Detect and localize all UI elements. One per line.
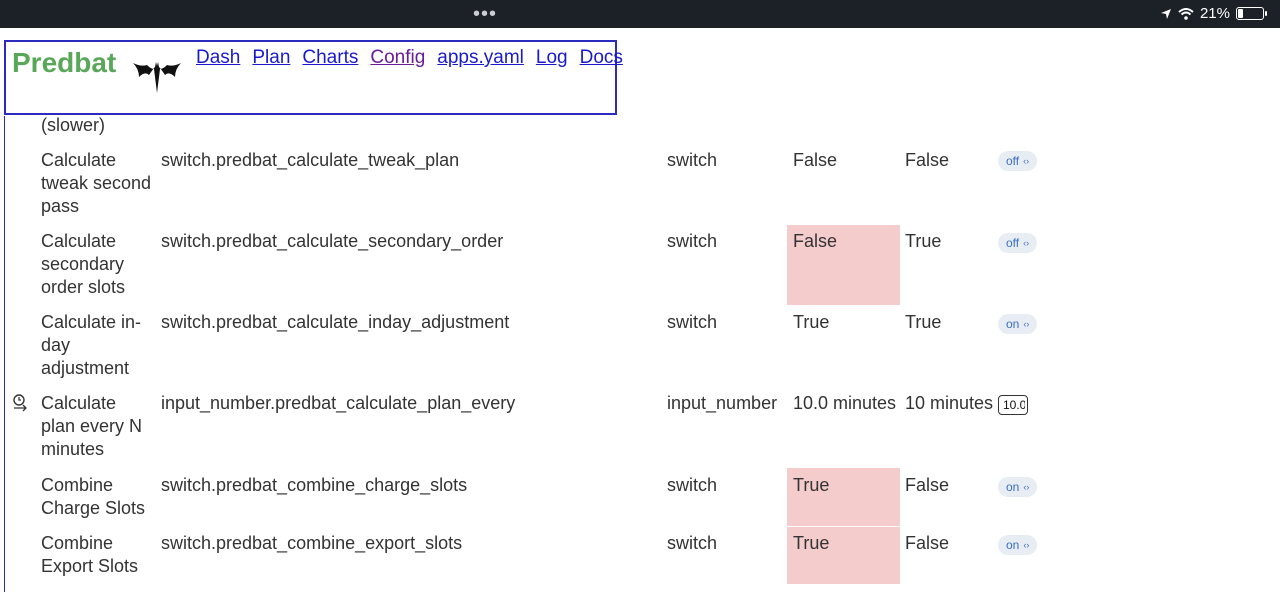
entity-id: switch.predbat_combine_export_slots xyxy=(161,533,463,553)
setting-name: Calculate in-day adjustment xyxy=(41,312,142,378)
default-value: True xyxy=(905,231,942,251)
toggle-select[interactable]: on ‹› xyxy=(998,477,1038,497)
toggle-select[interactable]: on ‹› xyxy=(998,535,1038,555)
nav-docs[interactable]: Docs xyxy=(580,47,623,69)
default-value: True xyxy=(905,312,942,332)
bat-logo-icon xyxy=(133,62,181,93)
nav-apps-yaml[interactable]: apps.yaml xyxy=(437,47,524,69)
setting-name: Calculate tweak second pass xyxy=(41,150,152,216)
nav-charts[interactable]: Charts xyxy=(302,47,358,69)
partial-row-text: (slower) xyxy=(41,115,106,135)
entity-type: switch xyxy=(667,475,718,495)
entity-type: input_number xyxy=(667,393,778,413)
chevron-updown-icon: ‹› xyxy=(1023,319,1030,329)
entity-id: switch.predbat_calculate_tweak_plan xyxy=(161,150,460,170)
entity-type: switch xyxy=(667,150,718,170)
nav-config[interactable]: Config xyxy=(370,47,425,69)
toggle-value: off xyxy=(1006,235,1020,250)
default-value: False xyxy=(905,150,950,170)
current-value: True xyxy=(793,312,830,332)
entity-id: input_number.predbat_calculate_plan_ever… xyxy=(161,393,516,413)
number-input[interactable] xyxy=(998,395,1028,415)
current-value: 10.0 minutes xyxy=(793,393,897,413)
setting-name: Calculate plan every N minutes xyxy=(41,393,143,459)
toggle-value: off xyxy=(1006,153,1020,168)
chevron-updown-icon: ‹› xyxy=(1023,156,1030,166)
toggle-value: on xyxy=(1006,316,1020,331)
nav-dash[interactable]: Dash xyxy=(196,47,240,69)
current-value: False xyxy=(793,231,838,251)
setting-name: Calculate secondary order slots xyxy=(41,231,126,297)
toggle-select[interactable]: off ‹› xyxy=(998,151,1038,171)
header-menu: Predbat Dash Plan Charts Config apps.yam… xyxy=(4,40,623,115)
chevron-updown-icon: ‹› xyxy=(1023,238,1030,248)
entity-id: switch.predbat_combine_charge_slots xyxy=(161,475,468,495)
entity-type: switch xyxy=(667,231,718,251)
chevron-updown-icon: ‹› xyxy=(1023,540,1030,550)
setting-name: Combine Charge Slots xyxy=(41,475,146,518)
default-value: 10 minutes xyxy=(905,393,994,413)
top-nav: Dash Plan Charts Config apps.yaml Log Do… xyxy=(196,47,623,69)
current-value: True xyxy=(793,533,830,553)
entity-type: switch xyxy=(667,312,718,332)
entity-id: switch.predbat_calculate_secondary_order xyxy=(161,231,504,251)
chevron-updown-icon: ‹› xyxy=(1023,482,1030,492)
nav-plan[interactable]: Plan xyxy=(252,47,290,69)
setting-name: Combine Export Slots xyxy=(41,533,139,576)
entity-id: switch.predbat_calculate_inday_adjustmen… xyxy=(161,312,510,332)
default-value: False xyxy=(905,475,950,495)
toggle-select[interactable]: off ‹› xyxy=(998,233,1038,253)
default-value: False xyxy=(905,533,950,553)
toggle-value: on xyxy=(1006,537,1020,552)
toggle-value: on xyxy=(1006,479,1020,494)
brand-title: Predbat xyxy=(12,47,117,78)
entity-type: switch xyxy=(667,533,718,553)
clock-icon xyxy=(13,394,27,412)
toggle-select[interactable]: on ‹› xyxy=(998,314,1038,334)
current-value: True xyxy=(793,475,830,495)
current-value: False xyxy=(793,150,838,170)
nav-log[interactable]: Log xyxy=(536,47,568,69)
